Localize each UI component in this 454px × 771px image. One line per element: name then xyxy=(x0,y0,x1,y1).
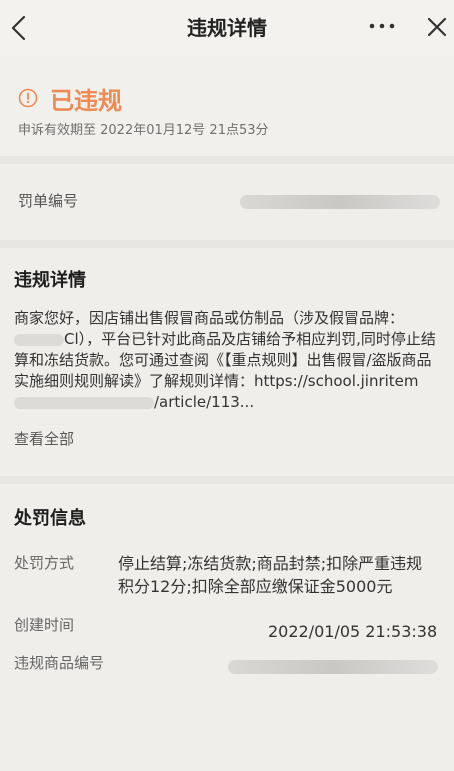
created-time-label: 创建时间 xyxy=(14,616,75,634)
redacted-brand xyxy=(14,333,64,346)
redacted-url xyxy=(14,396,154,409)
created-time-value: 2022/01/05 21:53:38 xyxy=(268,622,438,641)
status-label: 已违规 xyxy=(50,87,122,115)
status-section: 已违规 申诉有效期至 2022年01月12号 21点53分 xyxy=(0,56,454,156)
section-divider xyxy=(0,240,454,248)
close-icon[interactable] xyxy=(424,12,450,42)
violation-detail-text-part1: 商家您好，因店铺出售假冒商品或仿制品（涉及假冒品牌： xyxy=(14,309,405,327)
violation-detail-text-part2: Cl），平台已针对此商品及店铺给予相应判罚,同时停止结算和冻结货款。您可通过查阅… xyxy=(14,330,436,390)
info-circle-icon xyxy=(18,88,38,108)
item-no-label: 违规商品编号 xyxy=(14,654,105,672)
penalty-info-title: 处罚信息 xyxy=(14,508,86,529)
violation-detail-title: 违规详情 xyxy=(14,270,86,291)
item-no-redacted xyxy=(228,660,438,674)
section-divider xyxy=(0,156,454,164)
violation-detail-text: 商家您好，因店铺出售假冒商品或仿制品（涉及假冒品牌： Cl），平台已针对此商品及店… xyxy=(14,308,440,413)
nav-bar: 违规详情 xyxy=(0,0,454,56)
more-horizontal-icon[interactable] xyxy=(368,14,396,38)
appeal-deadline: 申诉有效期至 2022年01月12号 21点53分 xyxy=(18,123,269,138)
see-all-link[interactable]: 查看全部 xyxy=(14,428,74,449)
penalty-no-redacted xyxy=(240,195,440,209)
penalty-no-label: 罚单编号 xyxy=(18,192,79,210)
violation-detail-text-part3: /article/113... xyxy=(154,393,255,411)
penalty-method-label: 处罚方式 xyxy=(14,554,75,572)
penalty-method-value: 停止结算;冻结货款;商品封禁;扣除严重违规积分12分;扣除全部应缴保证金5000… xyxy=(118,554,423,596)
section-divider xyxy=(0,476,454,484)
